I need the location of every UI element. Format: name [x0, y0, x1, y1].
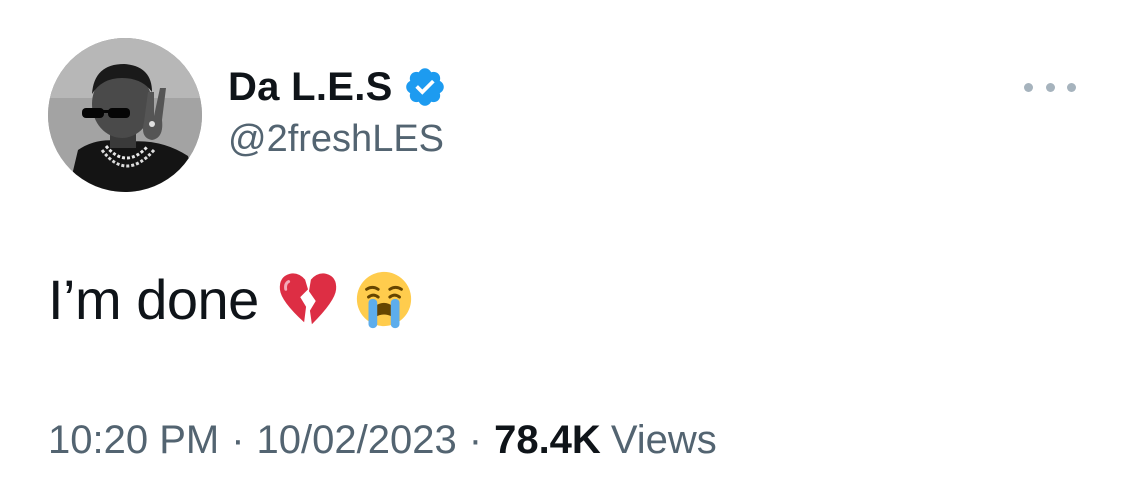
meta-separator: ·: [231, 418, 245, 462]
view-count[interactable]: 78.4K: [494, 418, 601, 463]
author-name-row[interactable]: Da L.E.S: [228, 62, 447, 112]
verified-badge-icon: [403, 65, 447, 109]
loudly-crying-face-emoji: [353, 268, 415, 330]
meta-separator: ·: [468, 418, 483, 462]
tweet-time[interactable]: 10:20 PM: [48, 418, 219, 463]
avatar-photo: [48, 38, 202, 192]
more-dot: [1067, 82, 1076, 92]
display-name[interactable]: Da L.E.S: [228, 65, 393, 110]
avatar[interactable]: [48, 38, 202, 192]
broken-heart-emoji: [277, 268, 339, 330]
tweet-date[interactable]: 10/02/2023: [257, 418, 457, 463]
user-handle[interactable]: @2freshLES: [228, 118, 444, 161]
tweet-metadata: 10:20 PM · 10/02/2023 · 78.4K Views: [48, 418, 717, 463]
tweet-text-content: I’m done: [48, 267, 259, 331]
more-dot: [1024, 82, 1033, 92]
views-label[interactable]: Views: [611, 418, 717, 463]
more-dot: [1045, 82, 1055, 92]
more-options-icon[interactable]: [1024, 72, 1076, 102]
tweet-text: I’m done: [48, 264, 415, 334]
